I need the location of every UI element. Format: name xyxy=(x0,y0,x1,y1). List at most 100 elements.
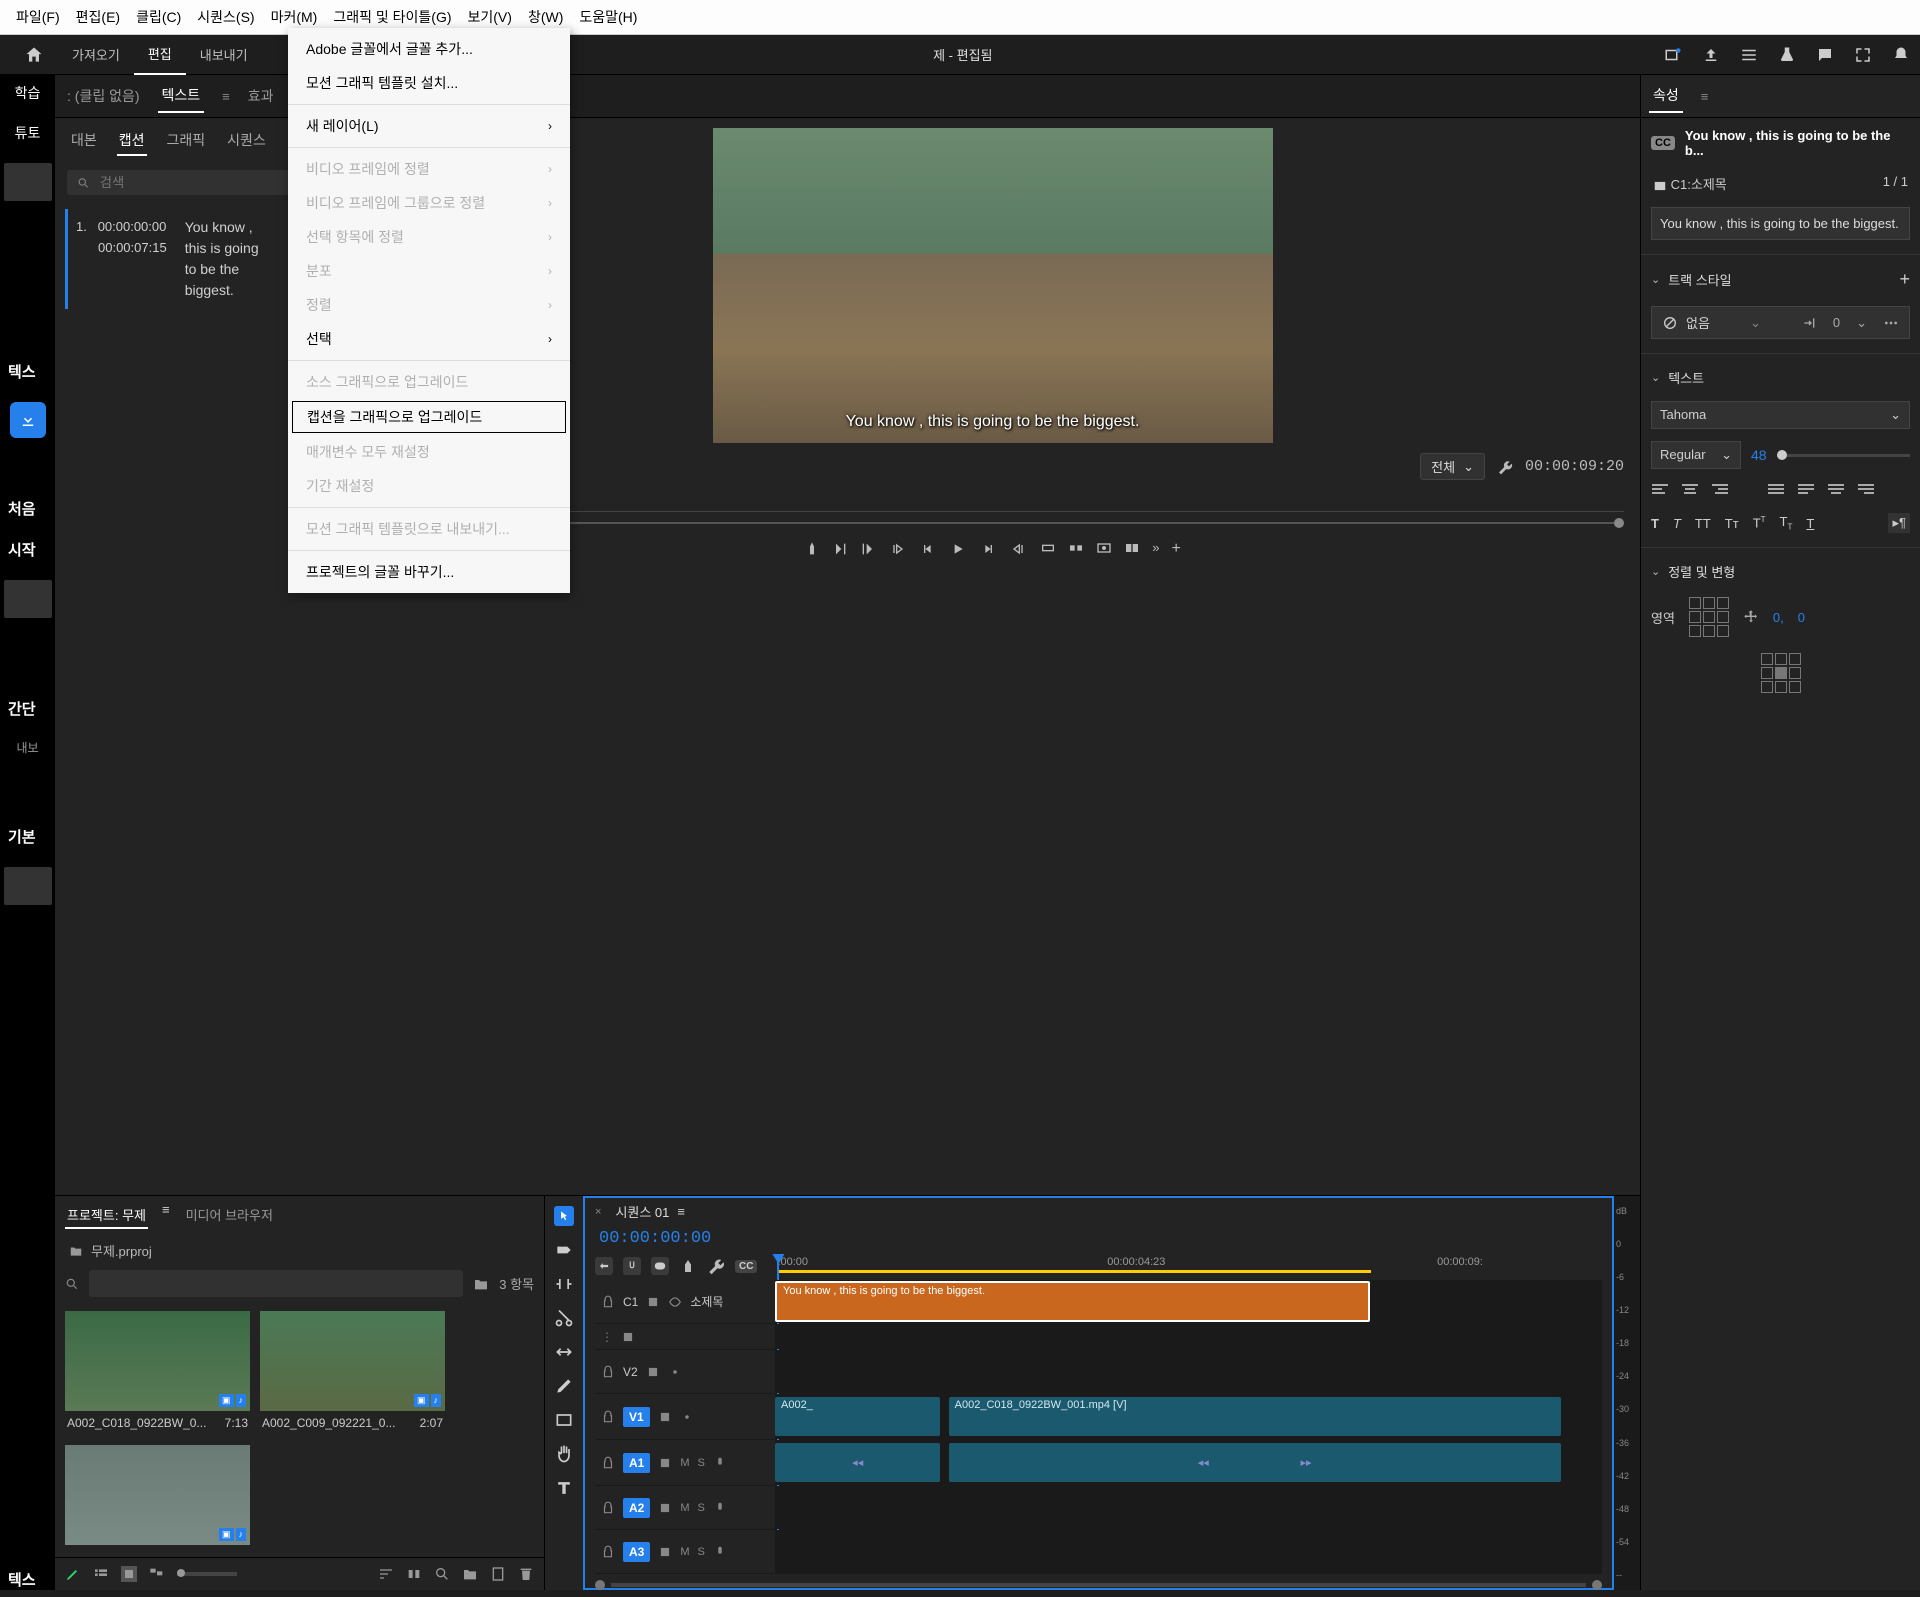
learn-thumb-2[interactable] xyxy=(4,580,52,618)
lift-icon[interactable] xyxy=(1040,540,1056,556)
trash-icon[interactable] xyxy=(518,1566,534,1582)
goto-in-icon[interactable] xyxy=(890,541,906,557)
eye-icon[interactable] xyxy=(680,1410,694,1424)
menu-help[interactable]: 도움말(H) xyxy=(571,4,645,30)
chat-icon[interactable] xyxy=(1816,46,1834,64)
align-justify-last-right-icon[interactable] xyxy=(1857,483,1875,497)
font-size-value[interactable]: 48 xyxy=(1751,447,1767,463)
workspace-edit[interactable]: 편집 xyxy=(134,34,186,75)
step-fwd-icon[interactable] xyxy=(980,541,996,557)
all-caps-icon[interactable]: TT xyxy=(1695,516,1711,531)
mi-select[interactable]: 선택› xyxy=(288,322,570,356)
audio-clip[interactable]: ◂◂ xyxy=(775,1443,940,1482)
goto-out-icon[interactable] xyxy=(1010,541,1026,557)
y-value[interactable]: 0 xyxy=(1798,610,1805,625)
panel-menu-icon[interactable]: ≡ xyxy=(162,1202,170,1229)
align-justify-icon[interactable] xyxy=(1767,483,1785,497)
workspace-export[interactable]: 내보내기 xyxy=(186,35,262,74)
sequence-tab[interactable]: 시퀀스 xyxy=(225,126,268,156)
lock-icon[interactable] xyxy=(601,1456,615,1470)
effects-tab[interactable]: 효과 xyxy=(244,80,278,112)
x-value[interactable]: 0, xyxy=(1773,610,1784,625)
move-icon[interactable] xyxy=(1743,609,1759,625)
menu-marker[interactable]: 마커(M) xyxy=(263,4,326,30)
bin-item[interactable]: ▣♪ A002_C018_0922BW_0...7:13 xyxy=(65,1311,250,1435)
media-browser-tab[interactable]: 미디어 브라우저 xyxy=(184,1202,275,1229)
list-view-icon[interactable] xyxy=(93,1566,109,1582)
target-icon[interactable] xyxy=(658,1456,672,1470)
target-icon[interactable] xyxy=(621,1330,635,1344)
menu-window[interactable]: 창(W) xyxy=(520,4,571,30)
learn-thumb-3[interactable] xyxy=(4,867,52,905)
in-icon[interactable] xyxy=(832,541,848,557)
caption-tab[interactable]: 캡션 xyxy=(117,126,147,156)
track-v1-label[interactable]: V1 xyxy=(623,1407,650,1427)
new-bin-icon[interactable] xyxy=(473,1276,489,1292)
text-panel-tab[interactable]: 텍스트 xyxy=(158,79,205,113)
target-icon[interactable] xyxy=(646,1365,660,1379)
compare-icon[interactable] xyxy=(1124,540,1140,556)
track-select-tool-icon[interactable] xyxy=(554,1240,574,1260)
mi-add-adobe-fonts[interactable]: Adobe 글꼴에서 글꼴 추가... xyxy=(288,32,570,66)
thumb-size-slider[interactable] xyxy=(177,1572,237,1576)
ripple-edit-tool-icon[interactable] xyxy=(554,1274,574,1294)
download-button[interactable] xyxy=(10,402,46,438)
icon-view-icon[interactable] xyxy=(121,1566,137,1582)
snap-icon[interactable] xyxy=(623,1257,641,1275)
insert-overwrite-icon[interactable] xyxy=(595,1257,613,1275)
align-center-icon[interactable] xyxy=(1681,483,1699,497)
home-icon[interactable] xyxy=(24,45,44,65)
quick-export-icon[interactable] xyxy=(1664,46,1682,64)
bin-item[interactable]: ▣♪ A002_C009_092221_0...2:07 xyxy=(260,1311,445,1435)
razor-tool-icon[interactable] xyxy=(554,1308,574,1328)
menu-clip[interactable]: 클립(C) xyxy=(128,4,189,30)
step-back-icon[interactable] xyxy=(920,541,936,557)
properties-tab[interactable]: 속성 xyxy=(1649,79,1683,113)
align-left-icon[interactable] xyxy=(1651,483,1669,497)
workspace-import[interactable]: 가져오기 xyxy=(58,35,134,74)
find-icon[interactable] xyxy=(434,1566,450,1582)
video-clip[interactable]: A002_C018_0922BW_001.mp4 [V] xyxy=(949,1397,1561,1436)
timeline-tc[interactable]: 00:00:00:00 xyxy=(585,1225,1612,1252)
sort-icon[interactable] xyxy=(378,1566,394,1582)
learn-label[interactable]: 학습 xyxy=(15,83,41,103)
beaker-icon[interactable] xyxy=(1778,46,1796,64)
lock-icon[interactable] xyxy=(601,1501,615,1515)
mi-new-layer[interactable]: 새 레이어(L)› xyxy=(288,109,570,143)
menu-view[interactable]: 보기(V) xyxy=(460,4,520,30)
target-icon[interactable] xyxy=(658,1410,672,1424)
rtl-icon[interactable]: ▸¶ xyxy=(1888,513,1910,533)
lock-icon[interactable] xyxy=(601,1295,615,1309)
anchor-grid-2[interactable] xyxy=(1761,653,1801,693)
target-icon[interactable] xyxy=(658,1545,672,1559)
anchor-grid[interactable] xyxy=(1689,597,1729,637)
underline-icon[interactable]: T xyxy=(1806,516,1814,531)
chevron-down-icon[interactable]: ⌄ xyxy=(1651,273,1660,286)
clip-none-tab[interactable]: : (클립 없음) xyxy=(63,80,144,112)
cc-icon[interactable]: CC xyxy=(735,1260,757,1273)
pen-tool-icon[interactable] xyxy=(554,1376,574,1396)
extract-icon[interactable] xyxy=(1068,540,1084,556)
mi-replace-project-fonts[interactable]: 프로젝트의 글꼴 바꾸기... xyxy=(288,555,570,589)
align-right-icon[interactable] xyxy=(1711,483,1729,497)
mic-icon[interactable] xyxy=(713,1456,727,1470)
font-size-slider[interactable] xyxy=(1777,454,1910,457)
project-tab[interactable]: 프로젝트: 무제 xyxy=(65,1202,148,1229)
track-c1-label[interactable]: C1 xyxy=(623,1295,638,1309)
play-icon[interactable] xyxy=(950,541,966,557)
push-icon[interactable] xyxy=(1801,315,1817,331)
eye-icon[interactable] xyxy=(668,1295,682,1309)
solo-icon[interactable]: S xyxy=(698,1457,705,1469)
mi-upgrade-caption-to-graphic[interactable]: 캡션을 그래픽으로 업그레이드 xyxy=(292,401,566,433)
faux-italic-icon[interactable]: T xyxy=(1673,516,1681,531)
share-icon[interactable] xyxy=(1702,46,1720,64)
align-justify-last-center-icon[interactable] xyxy=(1827,483,1845,497)
eye-icon[interactable] xyxy=(668,1365,682,1379)
caption-clip[interactable]: You know , this is going to be the bigge… xyxy=(775,1281,1370,1322)
lock-icon[interactable] xyxy=(601,1365,615,1379)
learn-thumb-1[interactable] xyxy=(4,163,52,201)
mic-icon[interactable] xyxy=(713,1545,727,1559)
lock-icon[interactable] xyxy=(601,1410,615,1424)
bell-icon[interactable] xyxy=(1892,46,1910,64)
audio-clip[interactable]: ◂◂ ▸▸ xyxy=(949,1443,1561,1482)
